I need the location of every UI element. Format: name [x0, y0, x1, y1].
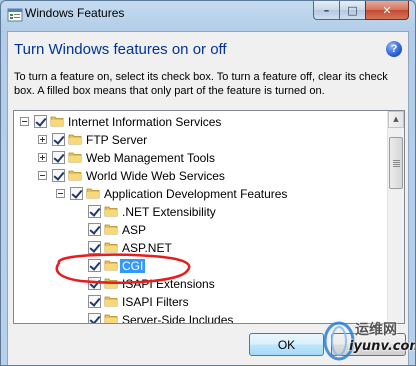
feature-checkbox[interactable]: [88, 223, 101, 236]
tree-item[interactable]: World Wide Web Services: [14, 167, 386, 185]
tree-item[interactable]: ISAPI Extensions: [14, 275, 386, 293]
collapse-icon[interactable]: [38, 171, 47, 180]
tree-item[interactable]: Web Management Tools: [14, 149, 386, 167]
tree-item[interactable]: ASP: [14, 221, 386, 239]
scroll-up-icon[interactable]: ▲: [388, 111, 404, 128]
folder-icon: [104, 296, 118, 307]
tree-item-label: Application Development Features: [104, 187, 288, 201]
collapse-icon[interactable]: [56, 189, 65, 198]
folder-icon: [104, 224, 118, 235]
tree-item-label: World Wide Web Services: [86, 169, 225, 183]
dialog-heading: Turn Windows features on or off: [14, 41, 227, 58]
maximize-icon: □: [347, 3, 358, 17]
feature-checkbox[interactable]: [70, 187, 83, 200]
feature-checkbox[interactable]: [88, 259, 101, 272]
tree-item-label: ISAPI Filters: [122, 295, 189, 309]
folder-icon: [50, 116, 64, 127]
expand-icon[interactable]: [38, 153, 47, 162]
folder-icon: [104, 260, 118, 271]
window-title: Windows Features: [25, 6, 125, 20]
feature-checkbox[interactable]: [88, 277, 101, 290]
expand-icon[interactable]: [38, 135, 47, 144]
feature-checkbox[interactable]: [52, 169, 65, 182]
help-icon[interactable]: ?: [386, 41, 402, 57]
ok-button[interactable]: OK: [249, 333, 324, 356]
close-icon: ✕: [382, 3, 392, 17]
close-button[interactable]: ✕: [365, 1, 409, 20]
folder-icon: [104, 278, 118, 289]
folder-icon: [86, 188, 100, 199]
tree-item-label: Internet Information Services: [68, 115, 222, 129]
feature-checkbox[interactable]: [34, 115, 47, 128]
tree-item-label: ISAPI Extensions: [122, 277, 215, 291]
tree-item[interactable]: ISAPI Filters: [14, 293, 386, 311]
tree-scrollbar[interactable]: ▲: [387, 111, 404, 323]
dialog-description: To turn a feature on, select its check b…: [14, 71, 388, 97]
tree-item[interactable]: ASP.NET: [14, 239, 386, 257]
folder-icon: [104, 314, 118, 323]
dialog-client-area: Turn Windows features on or off ? To tur…: [7, 31, 409, 365]
folder-icon: [104, 242, 118, 253]
tree-item[interactable]: Internet Information Services: [14, 113, 386, 131]
tree-item-label: ASP.NET: [122, 241, 172, 255]
scrollbar-thumb[interactable]: [389, 137, 403, 189]
features-tree: ▲ Internet Information Services FTP Serve…: [13, 110, 405, 324]
feature-checkbox[interactable]: [52, 133, 65, 146]
folder-icon: [104, 206, 118, 217]
minimize-icon: –: [323, 3, 330, 17]
windows-features-dialog: Windows Features – □ ✕ Turn Windows feat…: [0, 0, 416, 366]
tree-item[interactable]: Server-Side Includes: [14, 311, 386, 324]
folder-icon: [68, 170, 82, 181]
cancel-button[interactable]: [331, 333, 406, 356]
folder-icon: [68, 152, 82, 163]
collapse-icon[interactable]: [20, 117, 29, 126]
tree-item[interactable]: FTP Server: [14, 131, 386, 149]
tree-item-label: CGI: [120, 259, 146, 273]
title-bar[interactable]: Windows Features – □ ✕: [1, 1, 415, 31]
feature-checkbox[interactable]: [52, 151, 65, 164]
windows-features-icon: [7, 8, 23, 22]
tree-item[interactable]: CGI: [14, 257, 386, 275]
tree-item-label: Server-Side Includes: [122, 313, 234, 324]
caption-buttons: – □ ✕: [313, 1, 409, 21]
folder-icon: [68, 134, 82, 145]
feature-checkbox[interactable]: [88, 241, 101, 254]
tree-item-label: FTP Server: [86, 133, 148, 147]
feature-checkbox[interactable]: [88, 295, 101, 308]
tree-item-label: .NET Extensibility: [122, 205, 216, 219]
feature-checkbox[interactable]: [88, 313, 101, 323]
maximize-button[interactable]: □: [339, 1, 365, 20]
tree-item[interactable]: .NET Extensibility: [14, 203, 386, 221]
tree-item-label: Web Management Tools: [86, 151, 215, 165]
tree-item-label: ASP: [122, 223, 147, 237]
feature-checkbox[interactable]: [88, 205, 101, 218]
minimize-button[interactable]: –: [313, 1, 339, 20]
tree-item[interactable]: Application Development Features: [14, 185, 386, 203]
ok-button-label: OK: [277, 337, 296, 352]
